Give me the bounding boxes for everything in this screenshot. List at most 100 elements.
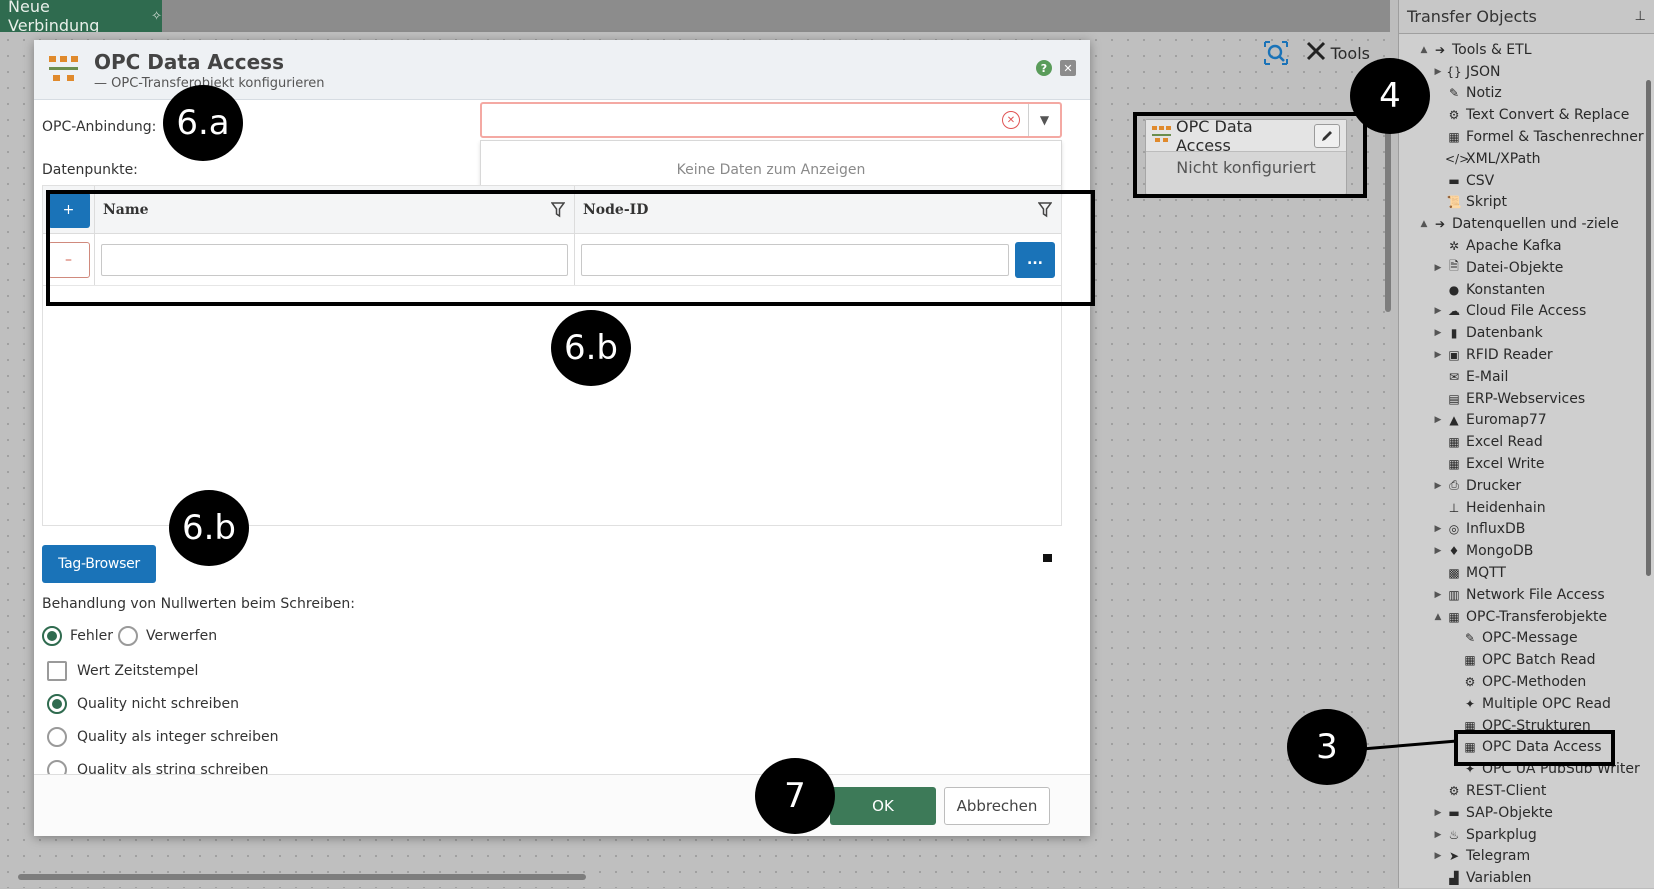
expand-arrow-icon[interactable]: ▶: [1431, 67, 1445, 77]
tree-item[interactable]: ✎ OPC-Message: [1399, 628, 1654, 650]
tree-item[interactable]: ▶ ☁ Cloud File Access: [1399, 301, 1654, 323]
tree-item[interactable]: ▶ ▬ SAP-Objekte: [1399, 802, 1654, 824]
tree-item-label: Excel Write: [1466, 456, 1545, 473]
annotation-badge-4: 4: [1350, 58, 1430, 134]
tree-item[interactable]: ▟ Variablen: [1399, 867, 1654, 889]
chevron-down-icon[interactable]: ▼: [1028, 104, 1060, 136]
radio-quality-none[interactable]: Quality nicht schreiben: [47, 694, 239, 714]
expand-arrow-icon[interactable]: ▶: [1431, 808, 1445, 818]
tree-item[interactable]: ▶ ▥ Network File Access: [1399, 584, 1654, 606]
tree-item[interactable]: ▶ 🗎 Datei-Objekte: [1399, 257, 1654, 279]
expand-arrow-icon[interactable]: ▶: [1431, 328, 1445, 338]
expand-arrow-icon[interactable]: ▶: [1431, 306, 1445, 316]
tree-item[interactable]: ▤ ERP-Webservices: [1399, 388, 1654, 410]
expand-arrow-icon[interactable]: ▲: [1417, 45, 1431, 55]
tree-item-label: Excel Read: [1466, 434, 1543, 451]
tree-item[interactable]: ⚙ Text Convert & Replace: [1399, 104, 1654, 126]
checkbox-label: Wert Zeitstempel: [77, 663, 199, 679]
tree-item-label: Heidenhain: [1466, 499, 1546, 516]
tree-item[interactable]: ▶ ◎ InfluxDB: [1399, 519, 1654, 541]
tree-item[interactable]: ▦ OPC Batch Read: [1399, 649, 1654, 671]
tree-item[interactable]: ✎ Notiz: [1399, 83, 1654, 105]
tab-neue-verbindung[interactable]: Neue Verbindung ✧: [0, 0, 162, 35]
tree-item[interactable]: ● Konstanten: [1399, 279, 1654, 301]
canvas-toolbar: Tools: [1261, 38, 1370, 68]
expand-arrow-icon[interactable]: ▲: [1431, 612, 1445, 622]
resize-handle: [1043, 554, 1052, 562]
radio-quality-integer[interactable]: Quality als integer schreiben: [47, 727, 278, 747]
expand-arrow-icon[interactable]: ▶: [1431, 350, 1445, 360]
tree-item-label: JSON: [1466, 63, 1501, 80]
tree-item[interactable]: ▩ MQTT: [1399, 562, 1654, 584]
annotation-badge-6a: 6.a: [163, 85, 243, 161]
tree-item[interactable]: ▶ ♦ MongoDB: [1399, 540, 1654, 562]
tree-item-icon: ♦: [1448, 544, 1460, 559]
tree-item[interactable]: ▶ ▮ Datenbank: [1399, 322, 1654, 344]
tree-item[interactable]: ▶ ▣ RFID Reader: [1399, 344, 1654, 366]
expand-arrow-icon[interactable]: ▶: [1431, 524, 1445, 534]
tree-item[interactable]: ⚙ REST-Client: [1399, 780, 1654, 802]
opc-connection-select[interactable]: ✕ ▼: [480, 102, 1062, 138]
tree-item[interactable]: ▲ ➔ Datenquellen und -ziele: [1399, 213, 1654, 235]
tools-button[interactable]: Tools: [1305, 40, 1370, 66]
tree-item[interactable]: ✲ Apache Kafka: [1399, 235, 1654, 257]
checkbox-wert-zeitstempel[interactable]: Wert Zeitstempel: [47, 661, 198, 681]
canvas-vertical-scrollbar[interactable]: [1385, 127, 1391, 312]
panel-scrollbar[interactable]: [1646, 80, 1651, 576]
radio-verwerfen-indicator[interactable]: [118, 626, 138, 646]
radio-fehler[interactable]: Fehler: [42, 626, 113, 646]
tree-item[interactable]: ▦ Formel & Taschenrechner: [1399, 126, 1654, 148]
expand-arrow-icon[interactable]: ▶: [1431, 263, 1445, 273]
checkbox-indicator[interactable]: [47, 661, 67, 681]
expand-arrow-icon[interactable]: ▶: [1431, 851, 1445, 861]
tree-item-icon: ▲: [1449, 413, 1459, 428]
radio-fehler-indicator[interactable]: [42, 626, 62, 646]
tree-item[interactable]: ▶ ➤ Telegram: [1399, 845, 1654, 867]
cancel-button[interactable]: Abbrechen: [944, 787, 1050, 825]
tree-item-label: Tools & ETL: [1452, 41, 1532, 58]
expand-arrow-icon[interactable]: ▲: [1417, 219, 1431, 229]
pin-icon[interactable]: ✧: [151, 9, 162, 24]
tree-item[interactable]: ▦ Excel Read: [1399, 431, 1654, 453]
tree-item[interactable]: 📜 Skript: [1399, 192, 1654, 214]
tree-item[interactable]: ⊥ Heidenhain: [1399, 497, 1654, 519]
clear-icon[interactable]: ✕: [1002, 111, 1020, 129]
help-icon[interactable]: ?: [1036, 60, 1052, 76]
expand-arrow-icon[interactable]: ▶: [1431, 481, 1445, 491]
expand-arrow-icon[interactable]: ▶: [1431, 546, 1445, 556]
tree-item[interactable]: ✦ Multiple OPC Read: [1399, 693, 1654, 715]
tree-item[interactable]: ▲ ➔ Tools & ETL: [1399, 39, 1654, 61]
radio-quality-none-indicator[interactable]: [47, 694, 67, 714]
radio-quality-integer-indicator[interactable]: [47, 727, 67, 747]
tree-item-label: Skript: [1466, 194, 1508, 211]
tree-item[interactable]: ▶ ♨ Sparkplug: [1399, 824, 1654, 846]
tree-item-icon: ▣: [1448, 348, 1460, 363]
tree-item[interactable]: ▶{} JSON: [1399, 61, 1654, 83]
annotation-badge-3: 3: [1287, 709, 1367, 785]
zoom-fit-icon[interactable]: [1261, 38, 1291, 68]
radio-verwerfen[interactable]: Verwerfen: [118, 626, 217, 646]
canvas-horizontal-scrollbar[interactable]: [18, 874, 586, 880]
expand-arrow-icon[interactable]: ▶: [1431, 590, 1445, 600]
tree-item[interactable]: ⚙ OPC-Methoden: [1399, 671, 1654, 693]
tree-item[interactable]: ▶ ▲ Euromap77: [1399, 410, 1654, 432]
tree-item[interactable]: ▬ CSV: [1399, 170, 1654, 192]
pin-icon[interactable]: ⊥: [1635, 9, 1646, 24]
tree-item[interactable]: ▶ ⎙ Drucker: [1399, 475, 1654, 497]
ok-button[interactable]: OK: [830, 787, 936, 825]
expand-arrow-icon[interactable]: ▶: [1431, 830, 1445, 840]
tag-browser-button[interactable]: Tag-Browser: [42, 545, 156, 583]
tree-item[interactable]: ✉ E-Mail: [1399, 366, 1654, 388]
tree-item-icon: ▦: [1464, 653, 1476, 668]
expand-arrow-icon[interactable]: ▶: [1431, 415, 1445, 425]
tree-item[interactable]: ▲ ▦ OPC-Transferobjekte: [1399, 606, 1654, 628]
tree-item[interactable]: ▦ Excel Write: [1399, 453, 1654, 475]
tree-item-label: Cloud File Access: [1466, 303, 1587, 320]
tree-item-label: Network File Access: [1466, 586, 1605, 603]
tree-item-icon: ✲: [1448, 239, 1460, 254]
tree-item-icon: ▦: [1448, 609, 1460, 624]
close-icon[interactable]: ✕: [1060, 60, 1076, 76]
tree-item-icon: ✎: [1448, 86, 1460, 101]
tree-item[interactable]: </> XML/XPath: [1399, 148, 1654, 170]
opc-connection-input[interactable]: [482, 105, 1002, 135]
